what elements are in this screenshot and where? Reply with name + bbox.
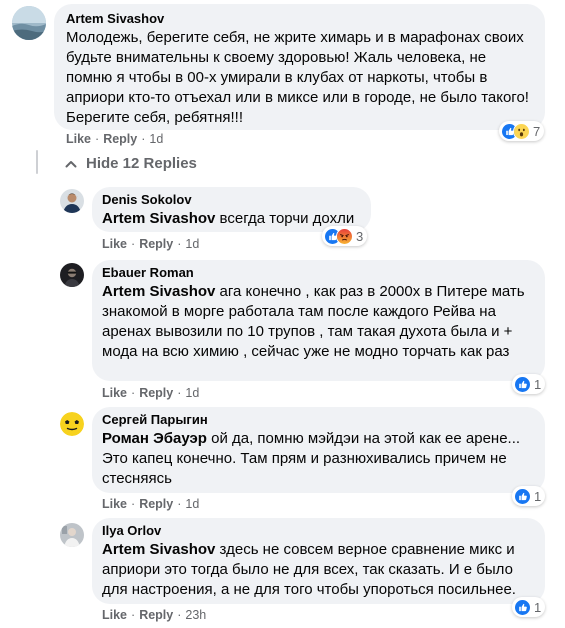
like-button[interactable]: Like <box>66 131 91 147</box>
reply-actions: Like · Reply · 1d <box>102 385 199 401</box>
separator-dot: · <box>95 132 100 146</box>
avatar-sergey-parygin[interactable] <box>60 412 84 436</box>
like-button[interactable]: Like <box>102 236 127 252</box>
avatar-artem-sivashov[interactable] <box>12 6 46 40</box>
reply-author[interactable]: Denis Sokolov <box>102 192 361 208</box>
separator-dot: · <box>131 497 136 511</box>
comment-text: Молодежь, берегите себя, не жрите химарь… <box>66 29 529 126</box>
reply-author[interactable]: Ilya Orlov <box>102 523 535 539</box>
separator-dot: · <box>131 608 136 622</box>
separator-dot: · <box>131 237 136 251</box>
timestamp[interactable]: 1d <box>185 385 199 401</box>
reaction-count: 1 <box>534 599 542 615</box>
reply-text: Artem Sivashov здесь не совсем верное ср… <box>102 540 535 600</box>
separator-dot: · <box>131 386 136 400</box>
timestamp[interactable]: 23h <box>185 607 206 623</box>
reaction-count: 7 <box>533 123 541 139</box>
timestamp[interactable]: 1d <box>185 236 199 252</box>
avatar-image <box>60 412 84 436</box>
timestamp[interactable]: 1d <box>149 131 163 147</box>
wow-icon <box>513 122 530 140</box>
like-button[interactable]: Like <box>102 496 127 512</box>
reply-message: всегда торчи дохли <box>215 210 355 227</box>
reply-button[interactable]: Reply <box>139 236 173 252</box>
reply-button[interactable]: Reply <box>139 607 173 623</box>
avatar-denis-sokolov[interactable] <box>60 189 84 213</box>
reaction-summary[interactable]: 1 <box>512 597 546 617</box>
hide-replies-label: Hide 12 Replies <box>86 155 197 172</box>
like-icon <box>514 487 531 505</box>
avatar-image <box>60 263 84 287</box>
reply-button[interactable]: Reply <box>139 496 173 512</box>
reply-bubble: Сергей Парыгин Роман Эбауэр ой да, помню… <box>92 407 545 493</box>
avatar-ilya-orlov[interactable] <box>60 523 84 547</box>
reply-bubble: Ebauer Roman Artem Sivashov ага конечно … <box>92 260 545 381</box>
reply-bubble: Ilya Orlov Artem Sivashov здесь не совсе… <box>92 518 545 604</box>
separator-dot: · <box>177 497 182 511</box>
like-button[interactable]: Like <box>102 607 127 623</box>
reply-text: Artem Sivashov всегда торчи дохли <box>102 209 361 229</box>
reply-text: Artem Sivashov ага конечно , как раз в 2… <box>102 282 535 362</box>
reply-button[interactable]: Reply <box>139 385 173 401</box>
reply-author[interactable]: Ebauer Roman <box>102 265 535 281</box>
mention-link[interactable]: Artem Sivashov <box>102 210 215 227</box>
mention-link[interactable]: Artem Sivashov <box>102 541 215 558</box>
reaction-summary[interactable]: 1 <box>512 374 546 394</box>
thread-line <box>36 150 38 174</box>
separator-dot: · <box>177 386 182 400</box>
reaction-count: 3 <box>356 228 364 244</box>
like-icon <box>514 375 531 393</box>
reaction-summary[interactable]: 7 <box>499 121 545 141</box>
like-icon <box>514 598 531 616</box>
avatar-image <box>12 6 46 40</box>
mention-link[interactable]: Роман Эбауэр <box>102 430 207 447</box>
reply-actions: Like · Reply · 23h <box>102 607 206 623</box>
timestamp[interactable]: 1d <box>185 496 199 512</box>
reply-actions: Like · Reply · 1d <box>102 236 199 252</box>
reaction-count: 1 <box>534 488 542 504</box>
angry-icon <box>336 227 353 245</box>
mention-link[interactable]: Artem Sivashov <box>102 283 215 300</box>
reaction-summary[interactable]: 1 <box>512 486 546 506</box>
avatar-ebauer-roman[interactable] <box>60 263 84 287</box>
comment-bubble: Artem Sivashov Молодежь, берегите себя, … <box>54 4 545 130</box>
comment-actions: Like · Reply · 1d <box>66 131 163 147</box>
reply-button[interactable]: Reply <box>103 131 137 147</box>
like-button[interactable]: Like <box>102 385 127 401</box>
separator-dot: · <box>177 237 182 251</box>
separator-dot: · <box>141 132 146 146</box>
hide-replies-button[interactable]: Hide 12 Replies <box>64 155 197 172</box>
reaction-count: 1 <box>534 376 542 392</box>
comment-author[interactable]: Artem Sivashov <box>66 11 533 27</box>
reaction-summary[interactable]: 3 <box>322 226 368 246</box>
reply-actions: Like · Reply · 1d <box>102 496 199 512</box>
separator-dot: · <box>177 608 182 622</box>
avatar-image <box>60 523 84 547</box>
reply-text: Роман Эбауэр ой да, помню мэйдэи на этой… <box>102 429 535 489</box>
chevron-up-icon <box>65 160 77 167</box>
reply-author[interactable]: Сергей Парыгин <box>102 412 535 428</box>
avatar-image <box>60 189 84 213</box>
